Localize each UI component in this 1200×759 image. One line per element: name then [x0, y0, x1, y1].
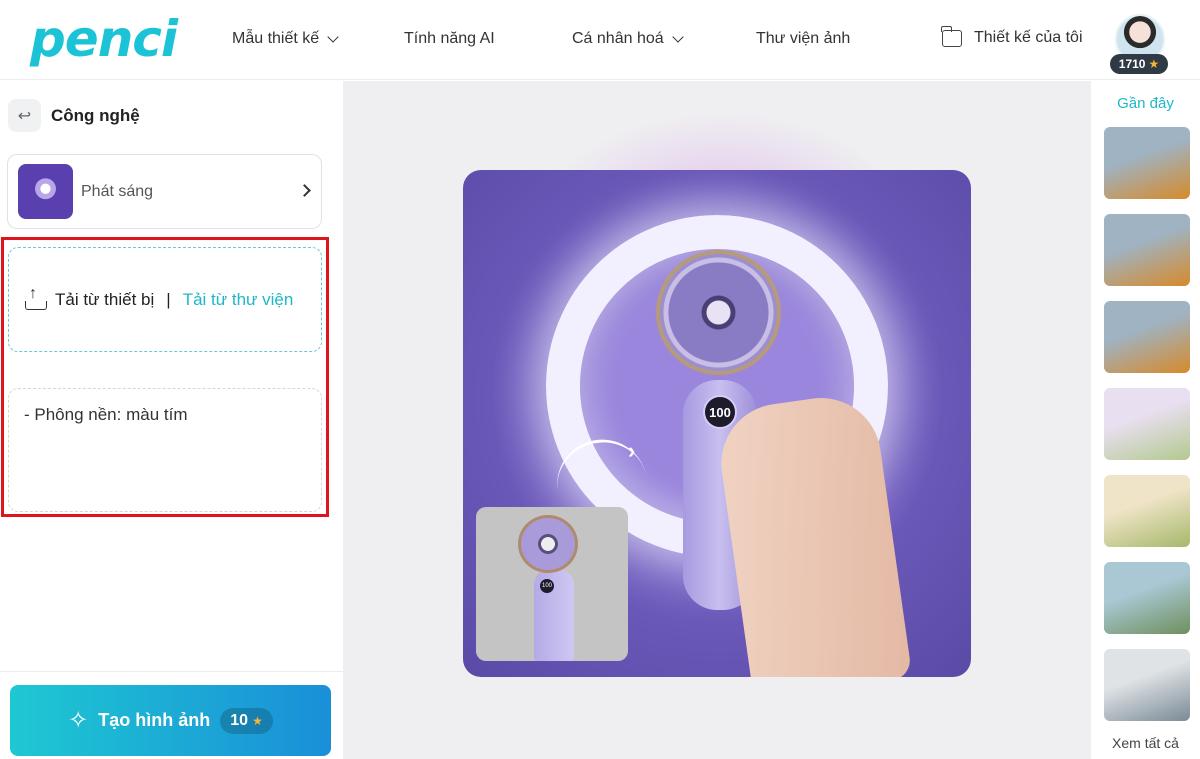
category-title: Công nghệ: [51, 106, 140, 125]
hand: [713, 390, 913, 677]
nav-ai-features[interactable]: Tính năng AI: [404, 30, 495, 48]
see-all-link[interactable]: Xem tất cả: [1091, 735, 1200, 751]
nav-personalize[interactable]: Cá nhân hoá: [572, 30, 684, 48]
chevron-right-icon: [298, 184, 311, 197]
prompt-text: - Phông nền: màu tím: [24, 405, 188, 424]
points-value: 1710: [1118, 57, 1146, 71]
back-arrow-icon: ↩: [17, 107, 32, 125]
generate-label: Tạo hình ảnh: [98, 710, 211, 730]
generate-image-button[interactable]: ✧ Tạo hình ảnh 10 ★: [10, 685, 331, 756]
style-selector[interactable]: Phát sáng: [7, 154, 322, 229]
upload-from-library-link[interactable]: Tải từ thư viện: [183, 290, 294, 310]
upload-area[interactable]: Tải từ thiết bị | Tải từ thư viện: [8, 247, 322, 352]
recent-thumbnail[interactable]: [1104, 127, 1190, 199]
recent-thumbnail[interactable]: [1104, 388, 1190, 460]
points-badge: 1710 ★: [1110, 54, 1168, 74]
recent-thumbnail[interactable]: [1104, 475, 1190, 547]
nav-personalize-label: Cá nhân hoá: [572, 30, 664, 47]
my-designs-label: Thiết kế của tôi: [974, 29, 1083, 46]
top-bar: penci Mẫu thiết kế Tính năng AI Cá nhân …: [0, 0, 1200, 80]
my-designs-link[interactable]: Thiết kế của tôi: [941, 25, 1083, 47]
fan-head: [656, 250, 781, 375]
left-panel: ↩ Công nghệ Phát sáng Tải từ thiết bị | …: [0, 81, 343, 759]
back-button[interactable]: ↩: [8, 99, 41, 132]
preview-canvas: 100 › 100: [343, 81, 1091, 759]
upload-separator: |: [166, 289, 171, 309]
chevron-down-icon: [327, 31, 339, 43]
upload-icon: [25, 285, 47, 310]
arrow-head-icon: ›: [628, 438, 636, 463]
bottom-bar: ✧ Tạo hình ảnh 10 ★: [0, 671, 343, 759]
cost-badge: 10 ★: [220, 707, 273, 734]
source-fan-head: [518, 515, 578, 573]
nav-photo-library[interactable]: Thư viện ảnh: [756, 30, 850, 48]
style-name: Phát sáng: [81, 183, 154, 200]
nav-ai-features-label: Tính năng AI: [404, 30, 495, 47]
chevron-down-icon: [671, 31, 684, 43]
upload-from-device-link[interactable]: Tải từ thiết bị: [55, 290, 154, 310]
star-icon: ★: [252, 713, 263, 728]
recent-thumbnail[interactable]: [1104, 562, 1190, 634]
recent-title: Gần đây: [1117, 95, 1174, 112]
nav-photo-library-label: Thư viện ảnh: [756, 30, 851, 47]
style-thumbnail: [18, 164, 73, 219]
recent-thumbnail[interactable]: [1104, 301, 1190, 373]
recent-panel: Gần đây Xem tất cả: [1091, 81, 1200, 759]
source-image: 100: [476, 507, 628, 661]
source-fan-display: 100: [540, 579, 554, 593]
recent-thumbnail[interactable]: [1104, 649, 1190, 721]
prompt-input[interactable]: - Phông nền: màu tím: [8, 388, 322, 512]
logo[interactable]: penci: [30, 10, 178, 68]
sparkle-icon: ✧: [68, 707, 89, 734]
nav-templates[interactable]: Mẫu thiết kế: [232, 30, 339, 48]
nav-templates-label: Mẫu thiết kế: [232, 30, 320, 47]
result-image[interactable]: 100 › 100: [463, 170, 971, 677]
cost-value: 10: [230, 711, 249, 729]
fan-display: 100: [703, 395, 737, 429]
folder-icon: [941, 25, 962, 47]
star-icon: ★: [1148, 57, 1160, 71]
recent-thumbnail[interactable]: [1104, 214, 1190, 286]
